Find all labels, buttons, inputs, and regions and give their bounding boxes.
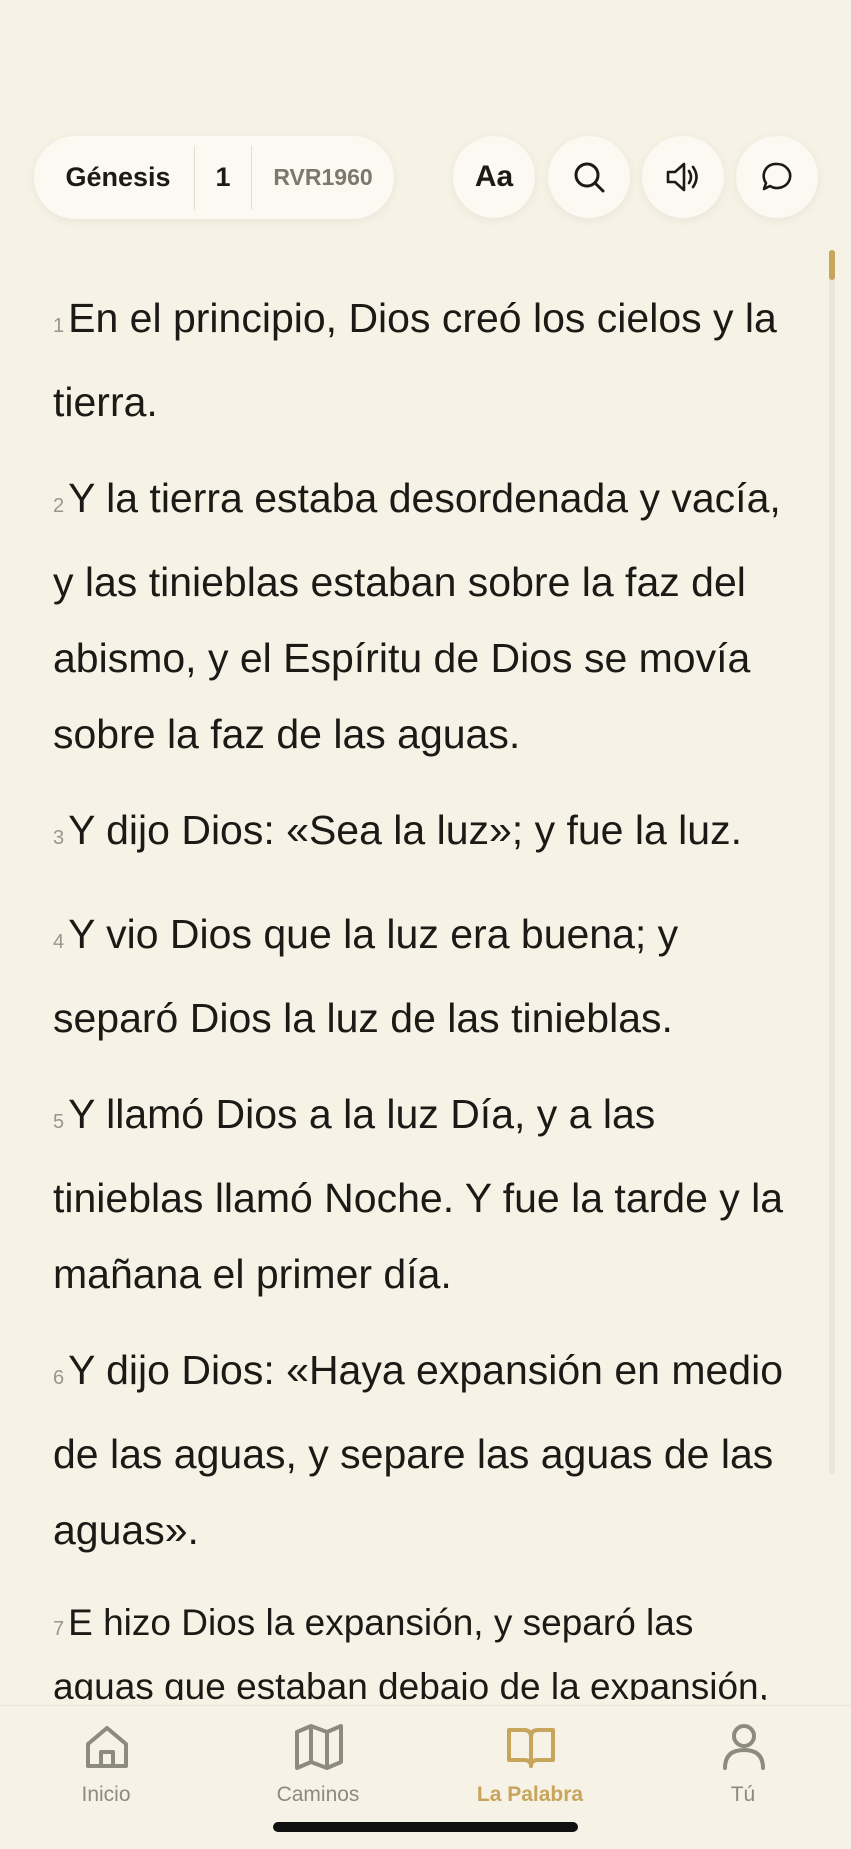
home-indicator[interactable]: [273, 1822, 578, 1832]
person-icon: [723, 1724, 765, 1770]
map-icon: [295, 1724, 343, 1770]
scroll-thumb[interactable]: [829, 250, 835, 280]
nav-label: Inicio: [81, 1783, 131, 1806]
verse-text: Y dijo Dios: «Haya expansión en medio de…: [53, 1347, 784, 1553]
verse[interactable]: 7E hizo Dios la expansión, y separó las …: [53, 1594, 793, 1700]
verse-text: Y llamó Dios a la luz Día, y a las tinie…: [53, 1091, 784, 1297]
verse-number: 3: [53, 827, 65, 849]
search-icon: [574, 162, 605, 193]
verse-number: 2: [53, 495, 65, 517]
nav-item-inicio[interactable]: Inicio: [6, 1706, 206, 1816]
comments-button[interactable]: [736, 136, 818, 218]
verse-text: Y dijo Dios: «Sea la luz»; y fue la luz.: [68, 807, 742, 853]
passage-selector[interactable]: Génesis 1 RVR1960: [34, 136, 394, 219]
nav-label: Tú: [730, 1783, 756, 1806]
nav-item-la-palabra[interactable]: La Palabra: [430, 1706, 630, 1816]
verse-number: 7: [53, 1618, 65, 1640]
chat-bubble-icon: [762, 162, 792, 191]
font-settings-button[interactable]: Aa: [453, 136, 535, 218]
verse[interactable]: 3Y dijo Dios: «Sea la luz»; y fue la luz…: [53, 792, 793, 876]
verse[interactable]: 5Y llamó Dios a la luz Día, y a las tini…: [53, 1076, 793, 1312]
chapter-text: 1En el principio, Dios creó los cielos y…: [53, 280, 793, 1700]
search-button[interactable]: [548, 136, 630, 218]
version-selector[interactable]: RVR1960: [252, 136, 394, 219]
verse-text: Y vio Dios que la luz era buena; y separ…: [53, 911, 679, 1041]
chapter-selector[interactable]: 1: [195, 136, 251, 219]
verse-number: 6: [53, 1367, 65, 1389]
verse-number: 4: [53, 931, 65, 953]
book-selector[interactable]: Génesis: [34, 136, 194, 219]
audio-button[interactable]: [642, 136, 724, 218]
verse[interactable]: 2Y la tierra estaba desordenada y vacía,…: [53, 460, 793, 772]
speaker-icon: [666, 162, 698, 192]
verse-number: 5: [53, 1111, 65, 1133]
nav-item-caminos[interactable]: Caminos: [218, 1706, 418, 1816]
nav-label: La Palabra: [476, 1783, 584, 1806]
verse[interactable]: 6Y dijo Dios: «Haya expansión en medio d…: [53, 1332, 793, 1568]
verse-text: E hizo Dios la expansión, y separó las a…: [53, 1602, 769, 1700]
home-icon: [86, 1726, 128, 1768]
nav-label: Caminos: [276, 1783, 360, 1806]
verse-number: 1: [53, 315, 65, 337]
open-book-icon: [507, 1728, 555, 1768]
scroll-track[interactable]: [829, 250, 835, 1475]
verse-text: En el principio, Dios creó los cielos y …: [53, 295, 777, 425]
verse[interactable]: 1En el principio, Dios creó los cielos y…: [53, 280, 793, 440]
verse-text: Y la tierra estaba desordenada y vacía, …: [53, 475, 781, 757]
verse[interactable]: 4Y vio Dios que la luz era buena; y sepa…: [53, 896, 793, 1056]
nav-item-tu[interactable]: Tú: [643, 1706, 843, 1816]
